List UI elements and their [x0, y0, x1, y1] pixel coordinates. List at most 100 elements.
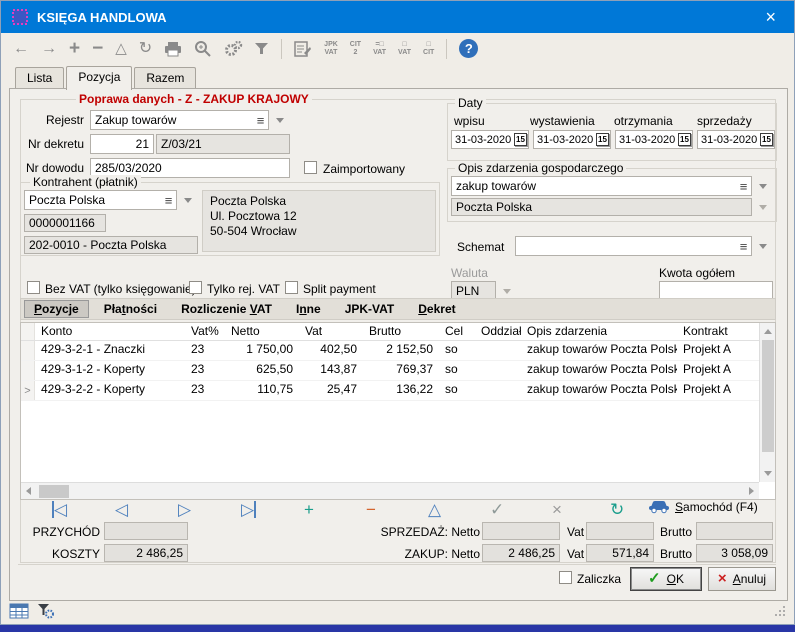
- cit-declaration-button[interactable]: □CIT: [423, 41, 434, 56]
- menu-icon[interactable]: ≡: [736, 239, 751, 254]
- table-cell[interactable]: zakup towarów Poczta Polska: [521, 381, 677, 400]
- split-payment-checkbox[interactable]: [285, 281, 298, 294]
- cit-2-button[interactable]: CIT2: [350, 41, 361, 56]
- grid-view-button[interactable]: [9, 603, 29, 622]
- anuluj-button[interactable]: × Anuluj: [708, 567, 776, 591]
- nr-dekretu-field[interactable]: 21: [90, 134, 154, 154]
- first-record-button[interactable]: ◁: [52, 501, 67, 518]
- column-header-vat[interactable]: Vat: [299, 323, 363, 340]
- bez-vat-label[interactable]: Bez VAT (tylko księgowanie): [45, 282, 196, 296]
- inner-tab-dekret[interactable]: Dekret: [409, 301, 464, 317]
- calendar-button[interactable]: 15: [678, 133, 691, 146]
- column-header-opis-zdarzenia[interactable]: Opis zdarzenia: [521, 323, 677, 340]
- date-sprzedazy-field[interactable]: 31-03-202015: [697, 130, 775, 149]
- kontrahent-dropdown-button[interactable]: [177, 190, 198, 210]
- table-cell[interactable]: [475, 381, 521, 400]
- table-cell[interactable]: zakup towarów Poczta Polska: [521, 341, 677, 360]
- scroll-down-icon[interactable]: [764, 471, 772, 476]
- tylko-rej-vat-checkbox[interactable]: [189, 281, 202, 294]
- table-cell[interactable]: 429-3-2-2 - Koperty: [35, 381, 185, 400]
- vertical-scroll-thumb[interactable]: [762, 340, 774, 452]
- menu-icon[interactable]: ≡: [253, 113, 268, 128]
- inner-tab-p-atno-ci[interactable]: Płatności: [95, 301, 166, 317]
- opis-dropdown-button[interactable]: [752, 176, 773, 196]
- zaliczka-label[interactable]: Zaliczka: [577, 572, 621, 586]
- close-button[interactable]: ×: [757, 6, 784, 28]
- titlebar[interactable]: KSIĘGA HANDLOWA ×: [1, 1, 794, 33]
- date-wystawienia-field[interactable]: 31-03-202015: [533, 130, 611, 149]
- jpk-vat-button[interactable]: JPKVAT: [324, 41, 338, 56]
- column-header-brutto[interactable]: Brutto: [363, 323, 439, 340]
- table-cell[interactable]: 2 152,50: [363, 341, 439, 360]
- resize-grip[interactable]: [774, 605, 786, 620]
- scroll-up-icon[interactable]: [764, 329, 772, 334]
- table-cell[interactable]: 143,87: [299, 361, 363, 380]
- date-wpisu-field[interactable]: 31-03-202015: [451, 130, 529, 149]
- filter-settings-button[interactable]: [37, 603, 55, 622]
- table-cell[interactable]: 1 750,00: [225, 341, 299, 360]
- next-record-button[interactable]: ▷: [178, 501, 191, 518]
- table-cell[interactable]: Projekt A: [677, 341, 759, 360]
- column-header-vat-[interactable]: Vat%: [185, 323, 225, 340]
- calendar-button[interactable]: 15: [596, 133, 609, 146]
- calendar-button[interactable]: 15: [760, 133, 773, 146]
- jpk-export-button[interactable]: [294, 40, 312, 57]
- table-cell[interactable]: 23: [185, 341, 225, 360]
- horizontal-scroll-thumb[interactable]: [39, 485, 69, 498]
- bez-vat-checkbox[interactable]: [27, 281, 40, 294]
- table-cell[interactable]: [475, 361, 521, 380]
- menu-icon[interactable]: ≡: [736, 179, 751, 194]
- column-header-oddzia-[interactable]: Oddział: [475, 323, 521, 340]
- vat-ue-button[interactable]: =□VAT: [373, 41, 386, 56]
- table-cell[interactable]: 625,50: [225, 361, 299, 380]
- settings-button[interactable]: [224, 40, 243, 57]
- column-header-konto[interactable]: Konto: [35, 323, 185, 340]
- date-otrzymania-field[interactable]: 31-03-202015: [615, 130, 693, 149]
- add-button[interactable]: +: [69, 41, 80, 57]
- previous-record-button[interactable]: ◁: [115, 501, 128, 518]
- table-cell[interactable]: Projekt A: [677, 361, 759, 380]
- table-cell[interactable]: so: [439, 361, 475, 380]
- split-payment-label[interactable]: Split payment: [303, 282, 376, 296]
- filter-button[interactable]: [255, 42, 269, 55]
- tab-lista[interactable]: Lista: [15, 67, 64, 89]
- delete-position-button[interactable]: −: [366, 501, 376, 518]
- scroll-left-icon[interactable]: [26, 487, 31, 495]
- inner-tab-inne[interactable]: Inne: [287, 301, 330, 317]
- table-cell[interactable]: zakup towarów Poczta Polska: [521, 361, 677, 380]
- table-cell[interactable]: 402,50: [299, 341, 363, 360]
- calendar-button[interactable]: 15: [514, 133, 527, 146]
- samochod-button[interactable]: Samochód (F4): [648, 499, 758, 514]
- vat-declaration-button[interactable]: □VAT: [398, 41, 411, 56]
- rejestr-combo[interactable]: Zakup towarów≡: [90, 110, 290, 130]
- add-position-button[interactable]: +: [304, 501, 314, 518]
- zoom-button[interactable]: [194, 40, 212, 57]
- table-cell[interactable]: so: [439, 341, 475, 360]
- table-row[interactable]: >429-3-2-2 - Koperty23110,7525,47136,22s…: [21, 381, 775, 401]
- print-button[interactable]: [164, 41, 182, 57]
- kontrahent-combo[interactable]: Poczta Polska≡: [24, 190, 198, 210]
- table-cell[interactable]: 769,37: [363, 361, 439, 380]
- schemat-dropdown-button[interactable]: [752, 236, 773, 256]
- table-cell[interactable]: 429-3-2-1 - Znaczki: [35, 341, 185, 360]
- inner-tab-rozliczenie-vat[interactable]: Rozliczenie VAT: [172, 301, 281, 317]
- rejestr-dropdown-button[interactable]: [269, 110, 290, 130]
- abandon-button[interactable]: ×: [552, 501, 562, 518]
- table-row[interactable]: 429-3-2-1 - Znaczki231 750,00402,502 152…: [21, 341, 775, 361]
- table-row[interactable]: 429-3-1-2 - Koperty23625,50143,87769,37s…: [21, 361, 775, 381]
- schemat-combo[interactable]: ≡: [515, 236, 773, 256]
- menu-icon[interactable]: ≡: [161, 193, 176, 208]
- help-button[interactable]: ?: [459, 39, 478, 58]
- scroll-right-icon[interactable]: [749, 487, 754, 495]
- edit-position-button[interactable]: △: [428, 501, 441, 518]
- forward-button[interactable]: →: [41, 41, 57, 57]
- tab-pozycja[interactable]: Pozycja: [66, 66, 132, 90]
- inner-tab-jpk-vat[interactable]: JPK-VAT: [336, 301, 404, 317]
- table-cell[interactable]: 23: [185, 361, 225, 380]
- opis-combo[interactable]: zakup towarów≡: [451, 176, 773, 196]
- column-header-cel[interactable]: Cel: [439, 323, 475, 340]
- zaimportowany-checkbox[interactable]: [304, 161, 317, 174]
- table-cell[interactable]: 429-3-1-2 - Koperty: [35, 361, 185, 380]
- edit-button[interactable]: △: [115, 41, 127, 56]
- tab-razem[interactable]: Razem: [134, 67, 196, 89]
